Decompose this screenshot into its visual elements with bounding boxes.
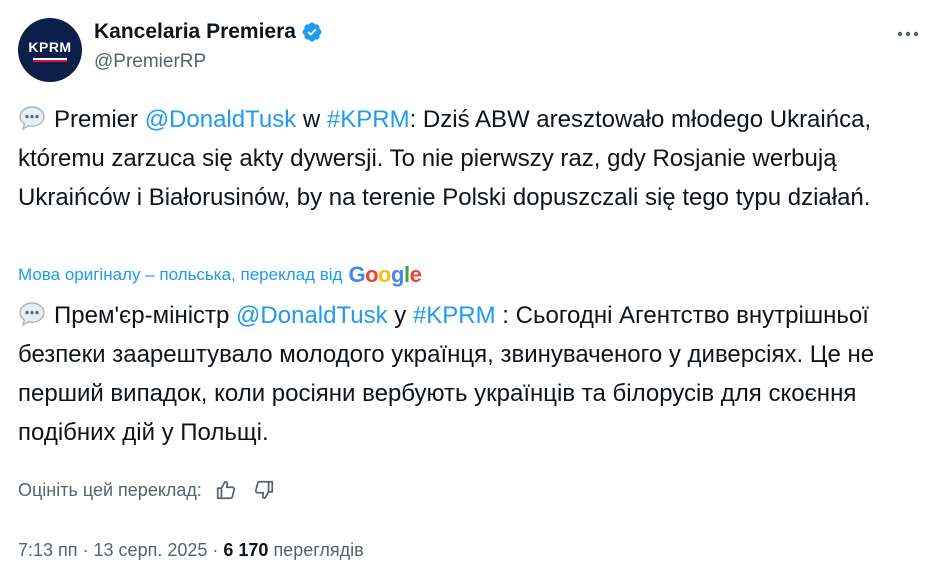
mention-link[interactable]: @DonaldTusk [145,106,297,133]
mention-link[interactable]: @DonaldTusk [236,302,388,329]
views-count: 6 170 [223,540,269,560]
original-text-part: Premier [54,106,145,133]
hashtag-link[interactable]: #KPRM [413,302,496,329]
handle[interactable]: @PremierRP [94,51,323,73]
verified-badge-icon[interactable] [301,21,323,43]
translated-text-part: у [387,302,413,329]
translated-text-part: Прем'єр-міністр [54,302,237,329]
avatar-logo-text: KPRM [28,38,72,55]
more-options-icon[interactable] [894,22,922,46]
display-name[interactable]: Kancelaria Premiera [94,20,296,44]
tweet-translated-text: Прем'єр-міністр @DonaldTusk у #KPRM : Сь… [18,296,928,452]
avatar-flag-stripe [33,57,67,62]
tweet-header: KPRM Kancelaria Premiera @PremierRP [18,14,922,84]
rate-translation-label: Оцініть цей переклад: [18,479,202,500]
speech-balloon-icon [19,302,45,327]
tweet-time[interactable]: 7:13 пп [18,540,78,560]
avatar[interactable]: KPRM [18,18,82,82]
meta-separator: · [77,540,94,560]
tweet-meta: 7:13 пп · 13 серп. 2025 · 6 170 перегляд… [18,540,364,561]
hashtag-link[interactable]: #KPRM [327,106,410,133]
tweet-original-text: Premier @DonaldTusk w #KPRM: Dziś ABW ar… [18,100,928,217]
translation-attribution[interactable]: Мова оригіналу – польська, переклад від … [18,262,422,288]
meta-separator: · [207,540,224,560]
rate-translation: Оцініть цей переклад: [18,476,278,504]
views-label: переглядів [273,540,364,560]
speech-balloon-icon [19,106,45,131]
author-info: Kancelaria Premiera @PremierRP [94,20,323,73]
google-logo: Google [348,262,422,287]
original-text-part: w [296,106,327,133]
name-row: Kancelaria Premiera [94,20,323,44]
tweet-date[interactable]: 13 серп. 2025 [94,540,208,560]
thumbs-down-icon[interactable] [250,476,278,504]
thumbs-up-icon[interactable] [212,476,240,504]
translation-attribution-label: Мова оригіналу – польська, переклад від [18,265,343,284]
